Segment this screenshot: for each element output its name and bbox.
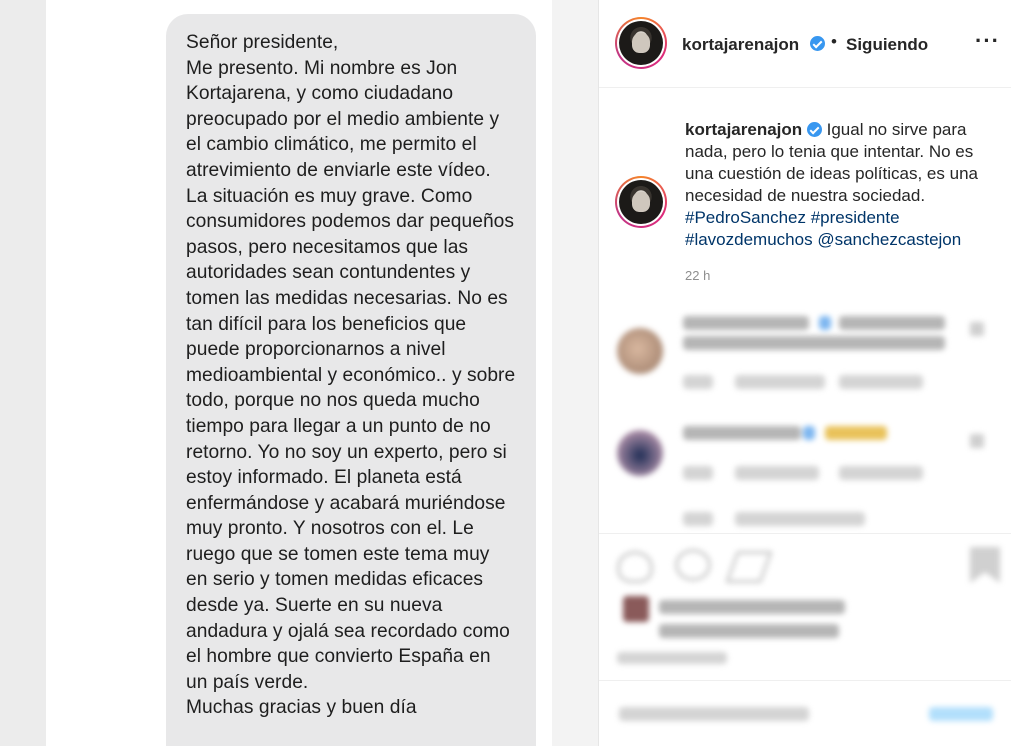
post-media[interactable]: Señor presidente, Me presento. Mi nombre… — [0, 0, 598, 746]
like-comment-icon[interactable] — [970, 322, 984, 336]
bookmark-icon[interactable] — [970, 547, 1000, 583]
publish-button[interactable] — [929, 707, 993, 721]
post-header: kortajarenajon • Siguiendo ··· — [599, 0, 1011, 88]
caption-username[interactable]: kortajarenajon — [685, 120, 802, 139]
hashtag-link[interactable]: #lavozdemuchos — [685, 230, 813, 249]
share-icon[interactable] — [725, 551, 773, 583]
following-button[interactable]: Siguiendo — [846, 35, 928, 55]
post-caption: kortajarenajon Igual no sirve para nada,… — [685, 119, 995, 251]
message-bubble: Señor presidente, Me presento. Mi nombre… — [166, 14, 536, 746]
separator-dot: • — [831, 32, 837, 51]
hashtag-link[interactable]: #PedroSanchez — [685, 208, 806, 227]
message-screenshot: Señor presidente, Me presento. Mi nombre… — [46, 0, 552, 746]
like-comment-icon[interactable] — [970, 434, 984, 448]
hashtag-link[interactable]: #presidente — [811, 208, 900, 227]
caption-author-avatar[interactable] — [615, 176, 667, 228]
author-username[interactable]: kortajarenajon — [682, 35, 799, 55]
actions-divider — [599, 533, 1011, 534]
post-time[interactable]: 22 h — [685, 268, 710, 283]
post-side-panel: kortajarenajon • Siguiendo ··· kortajare… — [598, 0, 1011, 746]
message-text: Señor presidente, Me presento. Mi nombre… — [186, 32, 516, 719]
verified-badge-icon — [810, 36, 825, 51]
more-horizontal-icon[interactable]: ··· — [975, 30, 999, 54]
comment-icon[interactable] — [675, 549, 711, 581]
verified-badge-icon — [806, 122, 822, 137]
media-right-strip — [552, 0, 598, 746]
comment-input[interactable] — [619, 707, 809, 721]
heart-icon[interactable] — [617, 551, 653, 583]
commenter-avatar — [617, 328, 663, 374]
author-avatar[interactable] — [615, 17, 667, 69]
media-left-strip — [0, 0, 46, 746]
add-comment-bar — [599, 680, 1011, 746]
mention-link[interactable]: @sanchezcastejon — [817, 230, 961, 249]
commenter-avatar — [617, 430, 663, 476]
